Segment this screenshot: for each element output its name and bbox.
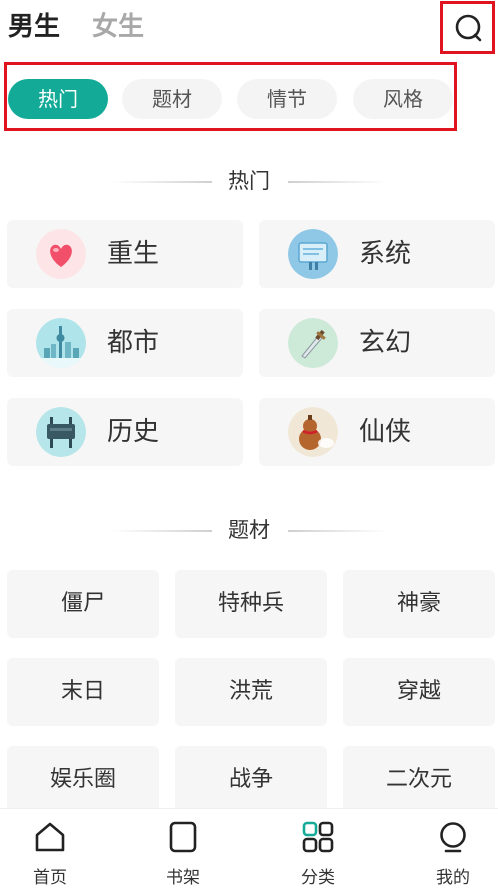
bookshelf-icon — [169, 821, 197, 853]
sword-icon — [288, 318, 338, 368]
profile-icon — [440, 822, 466, 853]
nav-label: 书架 — [166, 868, 200, 888]
nav-label: 我的 — [436, 868, 470, 888]
section-title-theme: 题材 — [0, 515, 498, 545]
tag-entertainment[interactable]: 娱乐圈 — [7, 746, 159, 814]
category-tab-bar: 热门 题材 情节 风格 — [4, 62, 457, 131]
search-button[interactable] — [440, 1, 495, 54]
home-icon — [35, 822, 65, 852]
bronze-vessel-icon — [36, 407, 86, 457]
section-title-text: 热门 — [228, 169, 270, 193]
hot-item-label: 系统 — [359, 239, 412, 269]
hot-item-system[interactable]: 系统 — [259, 220, 495, 288]
tag-primordial[interactable]: 洪荒 — [175, 658, 327, 726]
tag-time-travel[interactable]: 穿越 — [343, 658, 495, 726]
nav-profile[interactable]: 我的 — [403, 809, 498, 888]
hot-item-rebirth[interactable]: 重生 — [7, 220, 243, 288]
screen-icon — [288, 229, 338, 279]
nav-category[interactable]: 分类 — [268, 809, 368, 888]
bottom-nav: 首页 书架 分类 我的 — [0, 808, 498, 888]
search-icon — [455, 14, 482, 42]
hot-item-label: 玄幻 — [359, 328, 412, 358]
tag-tycoon[interactable]: 神豪 — [343, 570, 495, 638]
tag-war[interactable]: 战争 — [175, 746, 327, 814]
section-title-hot: 热门 — [0, 166, 498, 196]
divider-line — [288, 530, 388, 532]
hot-item-label: 重生 — [107, 239, 160, 269]
hot-item-xianxia[interactable]: 仙侠 — [259, 398, 495, 466]
divider-line — [112, 181, 212, 183]
tag-special-forces[interactable]: 特种兵 — [175, 570, 327, 638]
heart-icon — [36, 229, 86, 279]
hot-item-label: 都市 — [107, 328, 160, 358]
top-bar: 男生 女生 — [0, 0, 498, 56]
tab-hot[interactable]: 热门 — [8, 79, 108, 119]
section-title-text: 题材 — [228, 518, 270, 542]
tab-plot[interactable]: 情节 — [237, 79, 337, 119]
tab-style[interactable]: 风格 — [353, 79, 453, 119]
hot-item-history[interactable]: 历史 — [7, 398, 243, 466]
category-icon — [302, 821, 334, 853]
nav-label: 分类 — [301, 868, 335, 888]
tag-anime[interactable]: 二次元 — [343, 746, 495, 814]
nav-bookshelf[interactable]: 书架 — [133, 809, 233, 888]
nav-home[interactable]: 首页 — [0, 809, 100, 888]
divider-line — [288, 181, 388, 183]
tab-male[interactable]: 男生 — [8, 10, 60, 44]
tab-theme[interactable]: 题材 — [122, 79, 222, 119]
nav-label: 首页 — [33, 868, 67, 888]
tag-zombie[interactable]: 僵尸 — [7, 570, 159, 638]
city-icon — [36, 318, 86, 368]
gourd-icon — [288, 407, 338, 457]
tab-female[interactable]: 女生 — [92, 10, 144, 44]
hot-item-label: 历史 — [107, 417, 160, 447]
hot-item-label: 仙侠 — [359, 417, 412, 447]
hot-item-fantasy[interactable]: 玄幻 — [259, 309, 495, 377]
divider-line — [112, 530, 212, 532]
tag-apocalypse[interactable]: 末日 — [7, 658, 159, 726]
hot-item-city[interactable]: 都市 — [7, 309, 243, 377]
